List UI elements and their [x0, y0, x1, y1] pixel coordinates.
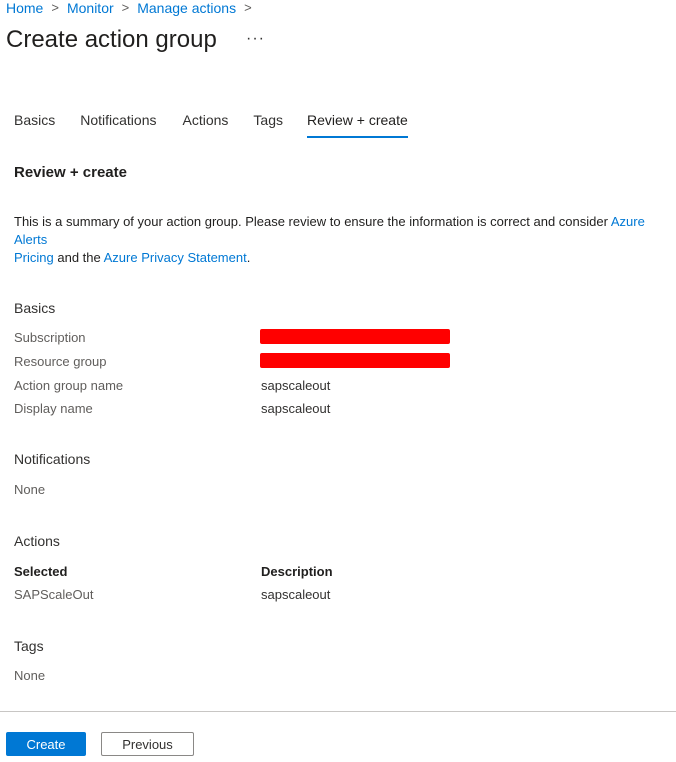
tab-actions[interactable]: Actions — [183, 112, 229, 136]
action-description-value: sapscaleout — [261, 587, 331, 602]
summary-intro: This is a summary of your action group. … — [14, 214, 611, 229]
summary-and: and the — [53, 250, 104, 265]
basics-group-title: Basics — [14, 300, 56, 316]
selected-column-header: Selected — [14, 564, 68, 579]
redacted-resource-group-value — [260, 353, 450, 368]
resource-group-label: Resource group — [14, 354, 107, 369]
chevron-right-icon: > — [244, 0, 252, 15]
chevron-right-icon: > — [51, 0, 59, 15]
action-group-name-label: Action group name — [14, 378, 124, 393]
display-name-value: sapscaleout — [261, 401, 331, 416]
tab-label: Tags — [253, 112, 283, 128]
create-button[interactable]: Create — [6, 732, 86, 756]
description-column-header: Description — [261, 564, 333, 579]
subscription-label: Subscription — [14, 330, 86, 345]
tab-label: Notifications — [80, 112, 157, 128]
breadcrumb: Home > Monitor > Manage actions > — [6, 0, 260, 16]
chevron-right-icon: > — [121, 0, 130, 15]
azure-privacy-statement-link[interactable]: Azure Privacy Statement — [104, 250, 247, 265]
actions-group-title: Actions — [14, 533, 60, 549]
tab-bar: Basics Notifications Actions Tags Review… — [14, 112, 408, 138]
page-title: Create action group — [6, 26, 217, 53]
notifications-group-title: Notifications — [14, 451, 91, 467]
tags-value: None — [14, 668, 46, 683]
footer-divider — [0, 711, 676, 712]
action-selected-value: SAPScaleOut — [14, 587, 94, 602]
more-icon[interactable]: ··· — [246, 30, 265, 48]
tab-notifications[interactable]: Notifications — [80, 112, 156, 136]
section-heading: Review + create — [14, 164, 127, 181]
tab-label: Review + create — [307, 112, 408, 128]
link-text-part: Pricing — [14, 250, 54, 265]
breadcrumb-manage-actions-link[interactable]: Manage actions — [137, 0, 236, 16]
tab-label: Basics — [14, 112, 56, 128]
tab-label: Actions — [182, 112, 229, 128]
tab-tags[interactable]: Tags — [253, 112, 283, 136]
previous-button[interactable]: Previous — [101, 732, 194, 756]
display-name-label: Display name — [14, 401, 93, 416]
active-tab-indicator — [307, 136, 408, 138]
tab-basics[interactable]: Basics — [14, 112, 55, 136]
tab-review-create[interactable]: Review + create — [307, 112, 408, 138]
summary-text: This is a summary of your action group. … — [14, 213, 676, 267]
redacted-subscription-value — [260, 329, 450, 344]
notifications-value: None — [14, 482, 46, 497]
tags-group-title: Tags — [14, 638, 44, 654]
summary-end: . — [246, 250, 251, 265]
breadcrumb-monitor-link[interactable]: Monitor — [67, 0, 114, 16]
action-group-name-value: sapscaleout — [261, 378, 331, 393]
breadcrumb-home-link[interactable]: Home — [6, 0, 43, 16]
